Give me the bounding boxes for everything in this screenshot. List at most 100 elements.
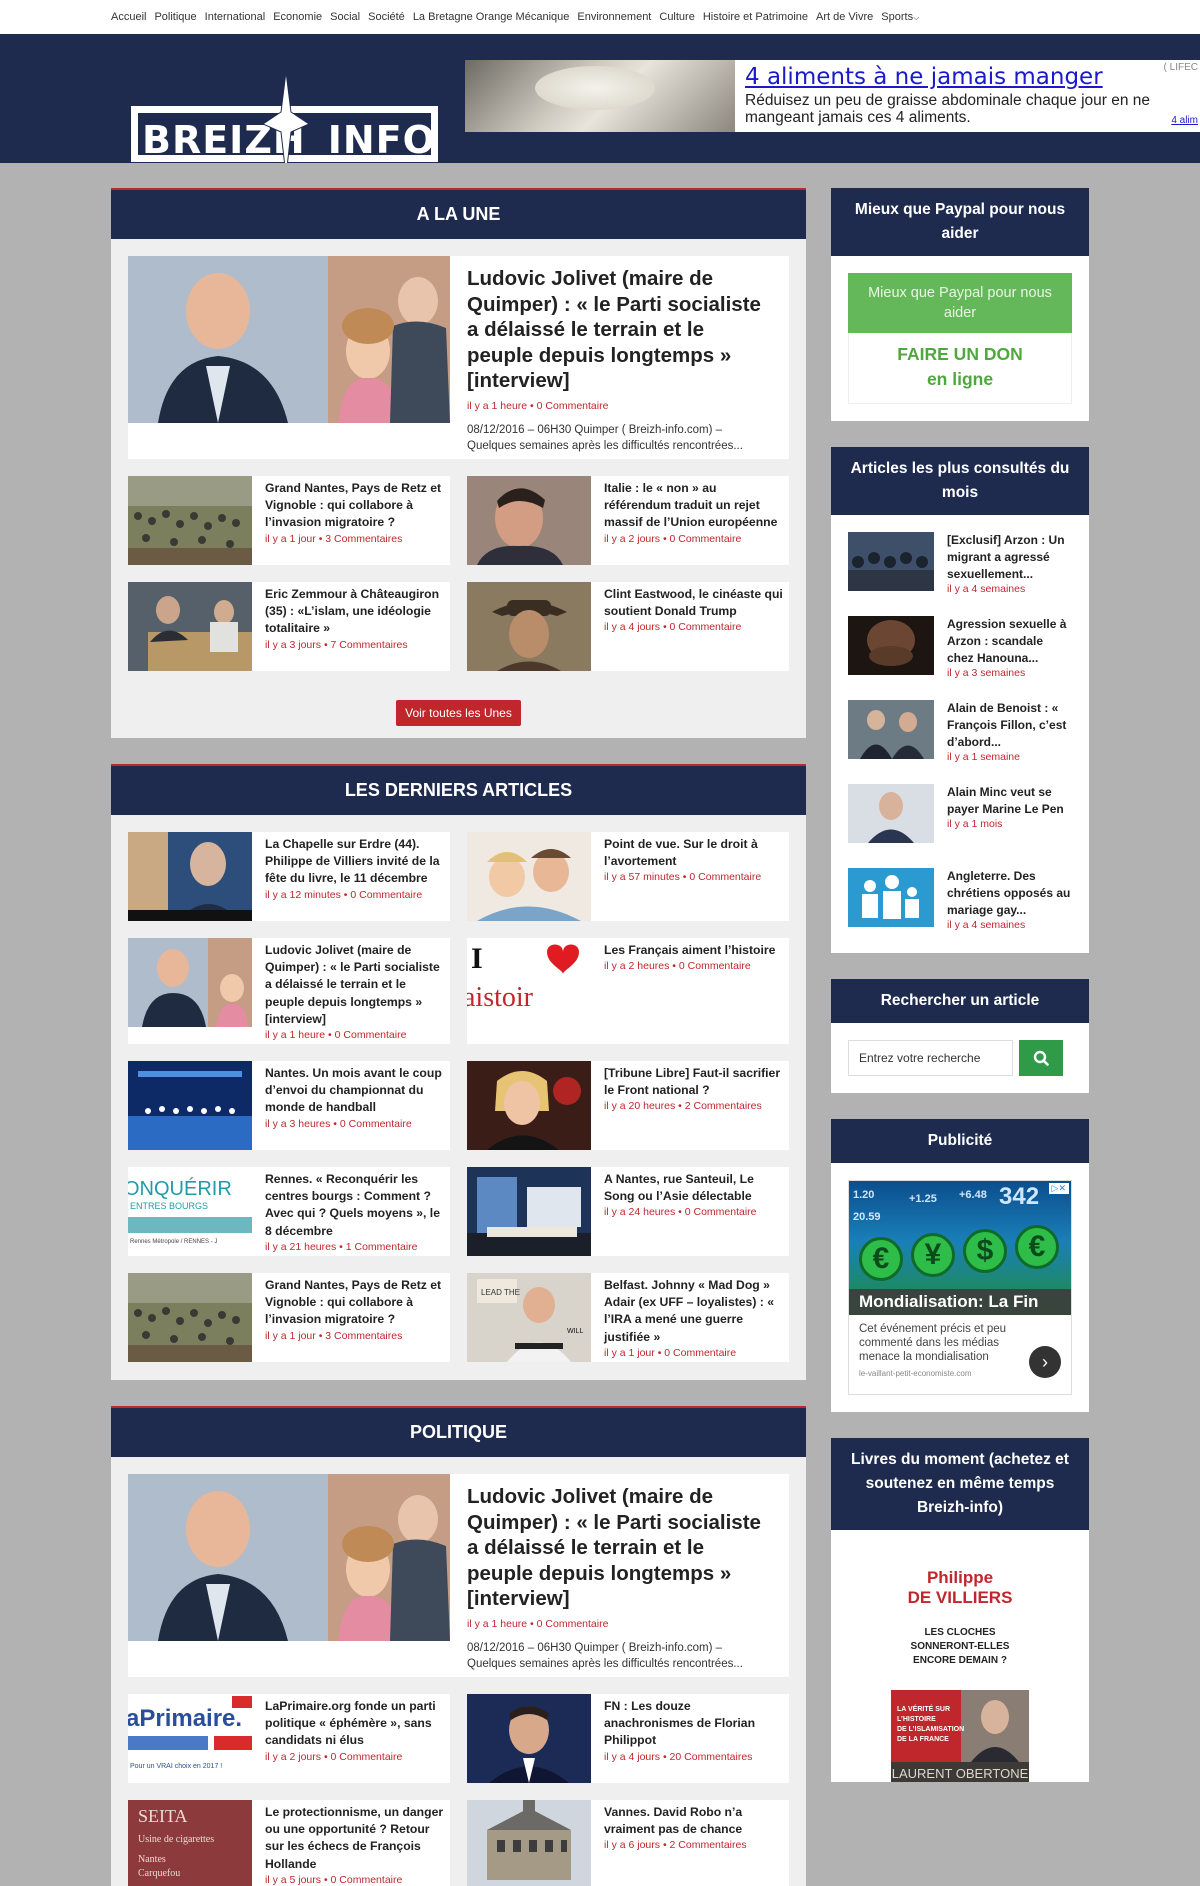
popular-article[interactable]: Alain de Benoist : « François Fillon, c’… [848,700,1072,763]
article-title[interactable]: Grand Nantes, Pays de Retz et Vignoble :… [265,1277,444,1329]
article-title[interactable]: Point de vue. Sur le droit à l’avortemen… [604,836,783,870]
article-title[interactable]: [Tribune Libre] Faut-il sacrifier le Fro… [604,1065,783,1099]
article-title[interactable]: Italie : le « non » au référendum tradui… [604,480,783,532]
nav-bretagne-orange[interactable]: La Bretagne Orange Mécanique [413,11,570,23]
article-title[interactable]: A Nantes, rue Santeuil, Le Song ou l’Asi… [604,1171,783,1205]
article-card[interactable]: Ludovic Jolivet (maire de Quimper) : « l… [128,938,450,1044]
article-card[interactable]: Grand Nantes, Pays de Retz et Vignoble :… [128,476,450,565]
featured-article[interactable]: Ludovic Jolivet (maire de Quimper) : « l… [128,1474,789,1677]
article-card[interactable]: aPrimaire. Pour un VRAI choix en 2017 ! L… [128,1694,450,1783]
svg-text:aPrimaire.: aPrimaire. [128,1705,242,1732]
article-meta: il y a 21 heures • 1 Commentaire [265,1240,418,1253]
featured-article[interactable]: Ludovic Jolivet (maire de Quimper) : « l… [128,256,789,459]
ad-banner[interactable]: 4 aliments à ne jamais manger Réduisez u… [465,60,1200,132]
article-card[interactable]: Eric Zemmour à Châteaugiron (35) : «L’is… [128,582,450,671]
article-title[interactable]: Rennes. « Reconquérir les centres bourgs… [265,1171,444,1240]
article-meta: il y a 3 heures • 0 Commentaire [265,1117,412,1130]
article-thumbnail: Iaistoir [467,938,591,1027]
article-card[interactable]: A Nantes, rue Santeuil, Le Song ou l’Asi… [467,1167,789,1256]
popular-article[interactable]: [Exclusif] Arzon : Un migrant a agressé … [848,532,1072,595]
svg-text:Usine de cigarettes: Usine de cigarettes [138,1834,214,1845]
popular-article[interactable]: Angleterre. Des chrétiens opposés au mar… [848,868,1072,931]
ad-title[interactable]: Mondialisation: La Fin [849,1289,1071,1315]
svg-text:SONNERONT-ELLES: SONNERONT-ELLES [911,1641,1010,1652]
article-title[interactable]: Grand Nantes, Pays de Retz et Vignoble :… [265,480,444,532]
article-title[interactable]: Ludovic Jolivet (maire de Quimper) : « l… [467,1484,772,1612]
nav-art-de-vivre[interactable]: Art de Vivre [816,11,873,23]
article-thumbnail [128,476,252,565]
article-card[interactable]: Nantes. Un mois avant le coup d’envoi du… [128,1061,450,1150]
article-card[interactable]: [Tribune Libre] Faut-il sacrifier le Fro… [467,1061,789,1150]
article-title[interactable]: Alain Minc veut se payer Marine Le Pen [947,784,1072,818]
article-title[interactable]: [Exclusif] Arzon : Un migrant a agressé … [947,532,1072,583]
article-title[interactable]: Le protectionnisme, un danger ou une opp… [265,1804,444,1873]
article-title[interactable]: Angleterre. Des chrétiens opposés au mar… [947,868,1072,919]
section-politique: POLITIQUE Ludovic Jolivet (maire de Quim… [111,1406,806,1886]
article-title[interactable]: Nantes. Un mois avant le coup d’envoi du… [265,1065,444,1117]
article-card[interactable]: SEITA Usine de cigarettes Nantes Carquefou … [128,1800,450,1886]
widget-heading: Publicité [831,1119,1089,1163]
article-title[interactable]: Alain de Benoist : « François Fillon, c’… [947,700,1072,751]
nav-sports[interactable]: Sports⌵ [881,11,919,23]
nav-histoire[interactable]: Histoire et Patrimoine [703,11,808,23]
ad-choices-icon[interactable]: ▷✕ [1048,1183,1069,1194]
article-card[interactable]: Grand Nantes, Pays de Retz et Vignoble :… [128,1273,450,1362]
article-excerpt: 08/12/2016 – 06H30 Quimper ( Breizh-info… [467,423,743,452]
search-button[interactable] [1019,1040,1063,1076]
article-title[interactable]: Vannes. David Robo n’a vraiment pas de c… [604,1804,783,1838]
article-title[interactable]: FN : Les douze anachronismes de Florian … [604,1698,783,1750]
nav-environnement[interactable]: Environnement [577,11,651,23]
nav-societe[interactable]: Société [368,11,405,23]
article-title[interactable]: La Chapelle sur Erdre (44). Philippe de … [265,836,444,888]
search-input[interactable]: Entrez votre recherche [848,1040,1013,1076]
article-title[interactable]: LaPrimaire.org fonde un parti politique … [265,1698,444,1750]
ad-banner-title[interactable]: 4 aliments à ne jamais manger [745,64,1190,90]
voir-toutes-unes-button[interactable]: Voir toutes les Unes [396,700,521,726]
nav-international[interactable]: International [205,11,266,23]
article-thumbnail: LEAD THE WILL [467,1273,591,1362]
chevron-right-icon[interactable]: › [1029,1346,1061,1378]
ad-banner-link[interactable]: 4 alim [1171,115,1198,126]
article-title[interactable]: Les Français aiment l’histoire [604,942,775,959]
popular-article[interactable]: Agression sexuelle à Arzon : scandale ch… [848,616,1072,679]
nav-politique[interactable]: Politique [154,11,196,23]
article-card[interactable]: Iaistoir Les Français aiment l’histoire i… [467,938,789,1044]
section-une: A LA UNE Ludovic Jolivet (maire de Quimp… [111,188,806,738]
article-card[interactable]: LEAD THE WILL Belfast. Johnny « Mad Dog »… [467,1273,789,1362]
article-card[interactable]: Clint Eastwood, le cinéaste qui soutient… [467,582,789,671]
svg-text:Pour un VRAI choix en 2017 !: Pour un VRAI choix en 2017 ! [130,1763,222,1770]
book-covers[interactable]: Philippe DE VILLIERS LES CLOCHES SONNERO… [891,1547,1029,1782]
livres-widget: Livres du moment (achetez et soutenez en… [831,1438,1089,1782]
article-card[interactable]: Point de vue. Sur le droit à l’avortemen… [467,832,789,921]
svg-text:LA VÉRITÉ SUR: LA VÉRITÉ SUR [897,1704,950,1713]
don-banner-top[interactable]: Mieux que Paypal pour nous aider [848,273,1072,333]
nav-social[interactable]: Social [330,11,360,23]
article-title[interactable]: Eric Zemmour à Châteaugiron (35) : «L’is… [265,586,444,638]
chevron-down-icon: ⌵ [913,13,920,22]
comments-link[interactable]: 0 Commentaire [537,400,609,412]
faire-un-don-button[interactable]: FAIRE UN DON en ligne [848,333,1072,404]
ad-banner-corner: ( LIFEC [1163,62,1198,73]
article-card[interactable]: ONQUÉRIR ENTRES BOURGS Rennes Métropole / … [128,1167,450,1256]
nav-culture[interactable]: Culture [659,11,694,23]
popular-articles-widget: Articles les plus consultés du mois [Exc… [831,447,1089,953]
site-logo[interactable]: BREIZH INFO [131,72,438,163]
article-card[interactable]: FN : Les douze anachronismes de Florian … [467,1694,789,1783]
article-thumbnail [128,938,252,1027]
article-card[interactable]: Vannes. David Robo n’a vraiment pas de c… [467,1800,789,1886]
article-title[interactable]: Agression sexuelle à Arzon : scandale ch… [947,616,1072,667]
article-meta: il y a 1 jour • 0 Commentaire [604,1346,737,1359]
article-meta: il y a 24 heures • 0 Commentaire [604,1206,757,1219]
advertisement[interactable]: 20.59 +1.25 +6.48 342 1.20 € ¥ $ € Mondi… [848,1180,1072,1395]
article-card[interactable]: Italie : le « non » au référendum tradui… [467,476,789,565]
article-title[interactable]: Ludovic Jolivet (maire de Quimper) : « l… [265,942,444,1028]
nav-economie[interactable]: Economie [273,11,322,23]
article-title[interactable]: Clint Eastwood, le cinéaste qui soutient… [604,586,783,620]
article-meta: il y a 2 heures • 0 Commentaire [604,960,751,973]
main-column: A LA UNE Ludovic Jolivet (maire de Quimp… [111,188,806,1886]
article-title[interactable]: Belfast. Johnny « Mad Dog » Adair (ex UF… [604,1277,783,1346]
article-card[interactable]: La Chapelle sur Erdre (44). Philippe de … [128,832,450,921]
popular-article[interactable]: Alain Minc veut se payer Marine Le Pen il… [848,784,1072,843]
article-title[interactable]: Ludovic Jolivet (maire de Quimper) : « l… [467,266,772,394]
nav-accueil[interactable]: Accueil [111,11,146,23]
